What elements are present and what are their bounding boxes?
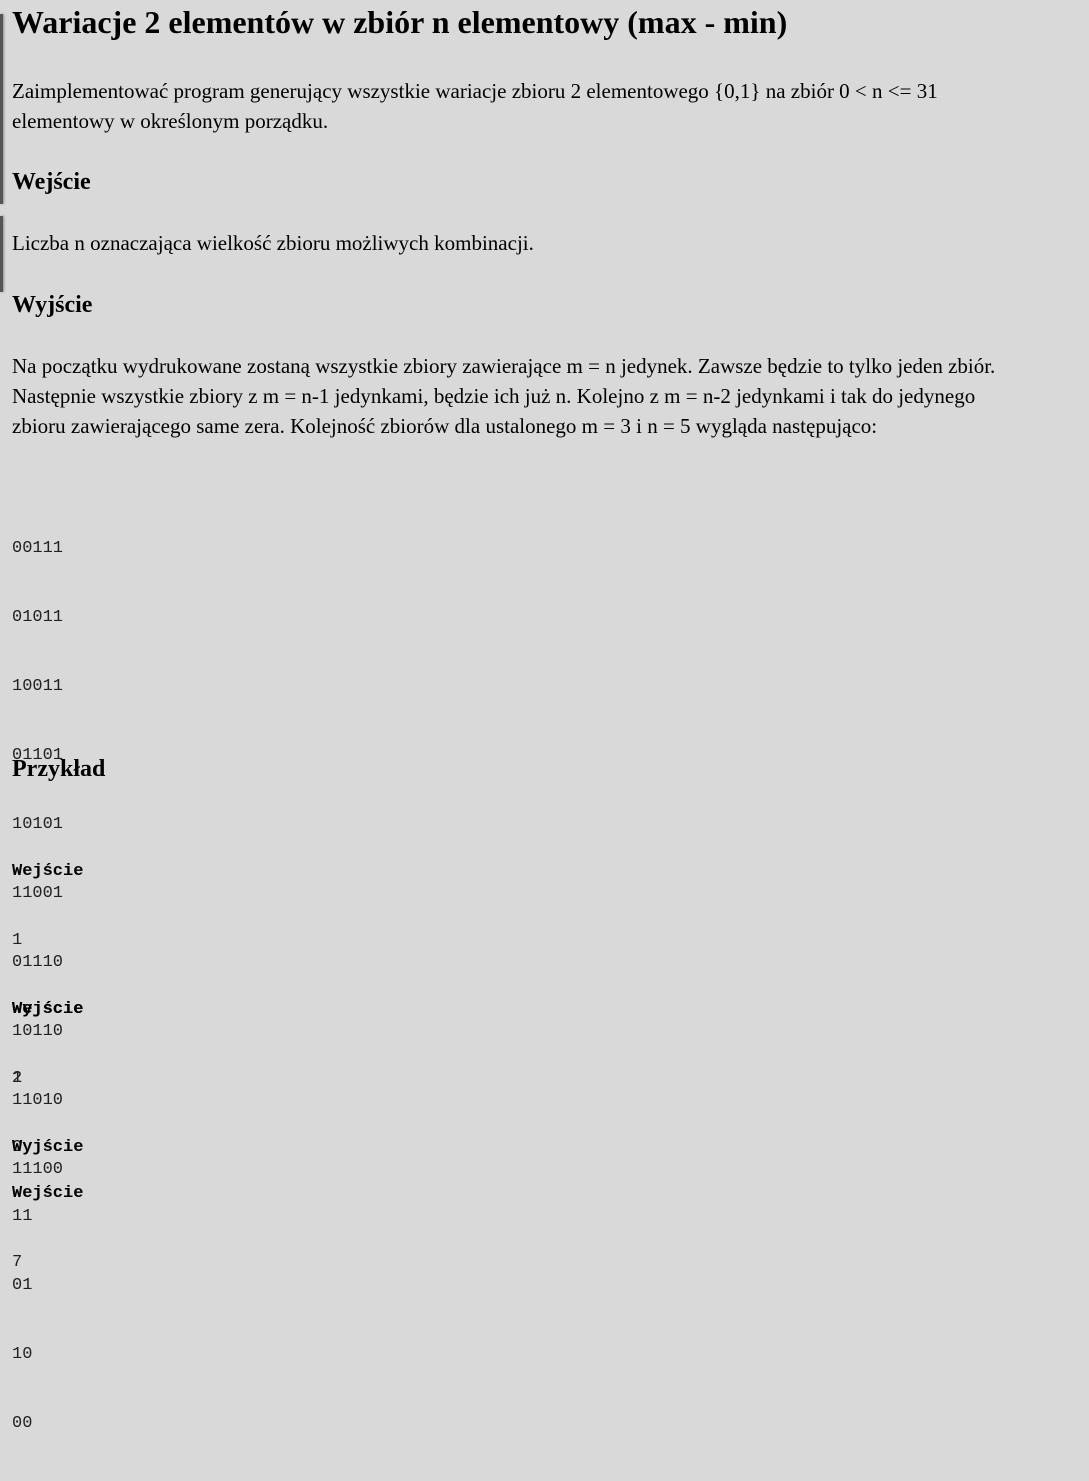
listing-line: 00111 [12,539,64,558]
example-output-line: 00 [12,1414,33,1433]
example-heading: Przykład [12,756,106,782]
example-input-line: 2 [12,1069,23,1088]
output-heading: Wyjście [12,292,93,318]
output-description: Na początku wydrukowane zostaną wszystki… [12,354,996,438]
example-input-label: Wejście [12,1000,84,1019]
listing-line: 10011 [12,677,64,696]
input-description: Liczba n oznaczająca wielkość zbioru moż… [12,231,534,255]
intro-paragraph: Zaimplementować program generujący wszys… [12,79,938,133]
left-edge-shadow-bottom [0,216,3,292]
example-output-line: 10 [12,1345,33,1364]
example-input-label: Wejście [12,1184,84,1203]
example-3: Wejście 7 [12,1136,83,1320]
example-input-label: Wejście [12,862,84,881]
example-input-line: 1 [12,931,23,950]
listing-line: 01011 [12,608,64,627]
input-heading: Wejście [12,169,91,195]
page-title: Wariacje 2 elementów w zbiór n elementow… [12,4,788,40]
left-edge-shadow-top [0,14,3,204]
example-input-line: 7 [12,1253,23,1272]
